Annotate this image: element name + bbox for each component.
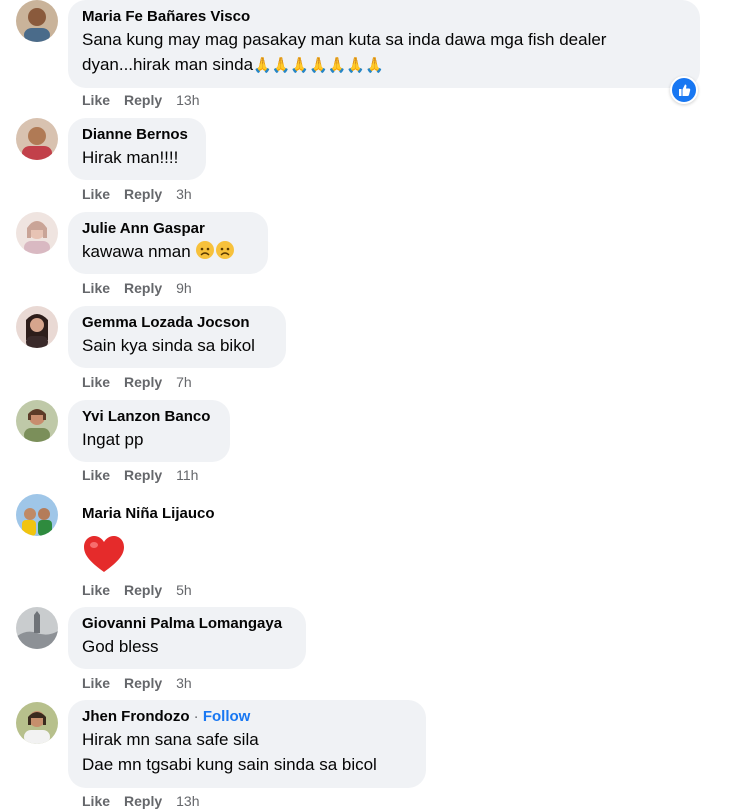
comment-actions: Like Reply 3h bbox=[82, 185, 206, 203]
timestamp[interactable]: 11h bbox=[176, 467, 198, 483]
comment-actions: Like Reply 13h bbox=[82, 792, 214, 810]
comment-actions: Like Reply 9h bbox=[82, 279, 206, 297]
comment-author: Jhen Frondozo · Follow bbox=[82, 707, 412, 727]
comment-actions: Like Reply 5h bbox=[82, 581, 206, 599]
comment-bubble: Jhen Frondozo · Follow Hirak mn sana saf… bbox=[68, 700, 426, 788]
follow-separator: · bbox=[193, 708, 199, 725]
comment-text: Dae mn tgsabi kung sain sinda sa bicol bbox=[82, 755, 377, 774]
avatar[interactable] bbox=[16, 494, 58, 536]
comment-author[interactable]: Yvi Lanzon Banco bbox=[82, 407, 216, 427]
comment-actions: Like Reply 13h bbox=[82, 91, 214, 109]
comment-text: Hirak mn sana safe sila bbox=[82, 730, 259, 749]
follow-button[interactable]: Follow bbox=[203, 708, 251, 725]
like-button[interactable]: Like bbox=[82, 374, 110, 390]
comment-actions: Like Reply 11h bbox=[82, 466, 212, 484]
comment-text: Sana kung may mag pasakay man kuta sa in… bbox=[82, 30, 607, 49]
comment-author[interactable]: Giovanni Palma Lomangaya bbox=[82, 614, 292, 634]
comment-author-name[interactable]: Jhen Frondozo bbox=[82, 708, 190, 725]
timestamp[interactable]: 13h bbox=[176, 92, 199, 108]
avatar[interactable] bbox=[16, 118, 58, 160]
comment-bubble: Maria Niña Lijauco bbox=[68, 497, 268, 577]
avatar[interactable] bbox=[16, 607, 58, 649]
comment-text: Hirak man!!!! bbox=[82, 148, 179, 167]
timestamp[interactable]: 3h bbox=[176, 675, 192, 691]
comment-text: kawawa nman bbox=[82, 239, 254, 264]
comment-text: Sain kya sinda sa bikol bbox=[82, 336, 255, 355]
like-button[interactable]: Like bbox=[82, 467, 110, 483]
heart-emoji-icon bbox=[84, 536, 124, 572]
avatar[interactable] bbox=[16, 0, 58, 42]
comment-author[interactable]: Julie Ann Gaspar bbox=[82, 219, 254, 239]
like-button[interactable]: Like bbox=[82, 582, 110, 598]
avatar[interactable] bbox=[16, 702, 58, 744]
comment-bubble: Giovanni Palma Lomangaya God bless bbox=[68, 607, 306, 669]
avatar[interactable] bbox=[16, 306, 58, 348]
avatar[interactable] bbox=[16, 400, 58, 442]
comment-bubble: Yvi Lanzon Banco Ingat pp bbox=[68, 400, 230, 462]
comment-bubble: Julie Ann Gaspar kawawa nman bbox=[68, 212, 268, 274]
like-button[interactable]: Like bbox=[82, 793, 110, 809]
timestamp[interactable]: 3h bbox=[176, 186, 192, 202]
comment-bubble: Maria Fe Bañares Visco Sana kung may mag… bbox=[68, 0, 700, 88]
comment-text: God bless bbox=[82, 637, 159, 656]
reply-button[interactable]: Reply bbox=[124, 374, 162, 390]
reply-button[interactable]: Reply bbox=[124, 675, 162, 691]
reply-button[interactable]: Reply bbox=[124, 280, 162, 296]
reply-button[interactable]: Reply bbox=[124, 186, 162, 202]
comment-actions: Like Reply 7h bbox=[82, 373, 206, 391]
comment-text: dyan...hirak man sinda🙏🙏🙏🙏🙏🙏🙏 bbox=[82, 55, 384, 74]
comment-author[interactable]: Maria Niña Lijauco bbox=[82, 504, 254, 524]
like-button[interactable]: Like bbox=[82, 186, 110, 202]
comment-bubble: Dianne Bernos Hirak man!!!! bbox=[68, 118, 206, 180]
timestamp[interactable]: 9h bbox=[176, 280, 192, 296]
like-button[interactable]: Like bbox=[82, 92, 110, 108]
comment-author[interactable]: Gemma Lozada Jocson bbox=[82, 313, 272, 333]
comment-bubble: Gemma Lozada Jocson Sain kya sinda sa bi… bbox=[68, 306, 286, 368]
timestamp[interactable]: 5h bbox=[176, 582, 192, 598]
comment-author[interactable]: Maria Fe Bañares Visco bbox=[82, 7, 686, 27]
pray-emoji: 🙏🙏🙏🙏🙏🙏🙏 bbox=[253, 57, 384, 74]
timestamp[interactable]: 7h bbox=[176, 374, 192, 390]
like-reaction-icon[interactable] bbox=[670, 76, 698, 104]
reply-button[interactable]: Reply bbox=[124, 793, 162, 809]
like-button[interactable]: Like bbox=[82, 675, 110, 691]
like-button[interactable]: Like bbox=[82, 280, 110, 296]
comment-author[interactable]: Dianne Bernos bbox=[82, 125, 192, 145]
reply-button[interactable]: Reply bbox=[124, 467, 162, 483]
avatar[interactable] bbox=[16, 212, 58, 254]
comment-actions: Like Reply 3h bbox=[82, 674, 206, 692]
comment-text: Ingat pp bbox=[82, 430, 144, 449]
reply-button[interactable]: Reply bbox=[124, 582, 162, 598]
timestamp[interactable]: 13h bbox=[176, 793, 199, 809]
sad-face-emoji-icon bbox=[196, 241, 235, 259]
reply-button[interactable]: Reply bbox=[124, 92, 162, 108]
